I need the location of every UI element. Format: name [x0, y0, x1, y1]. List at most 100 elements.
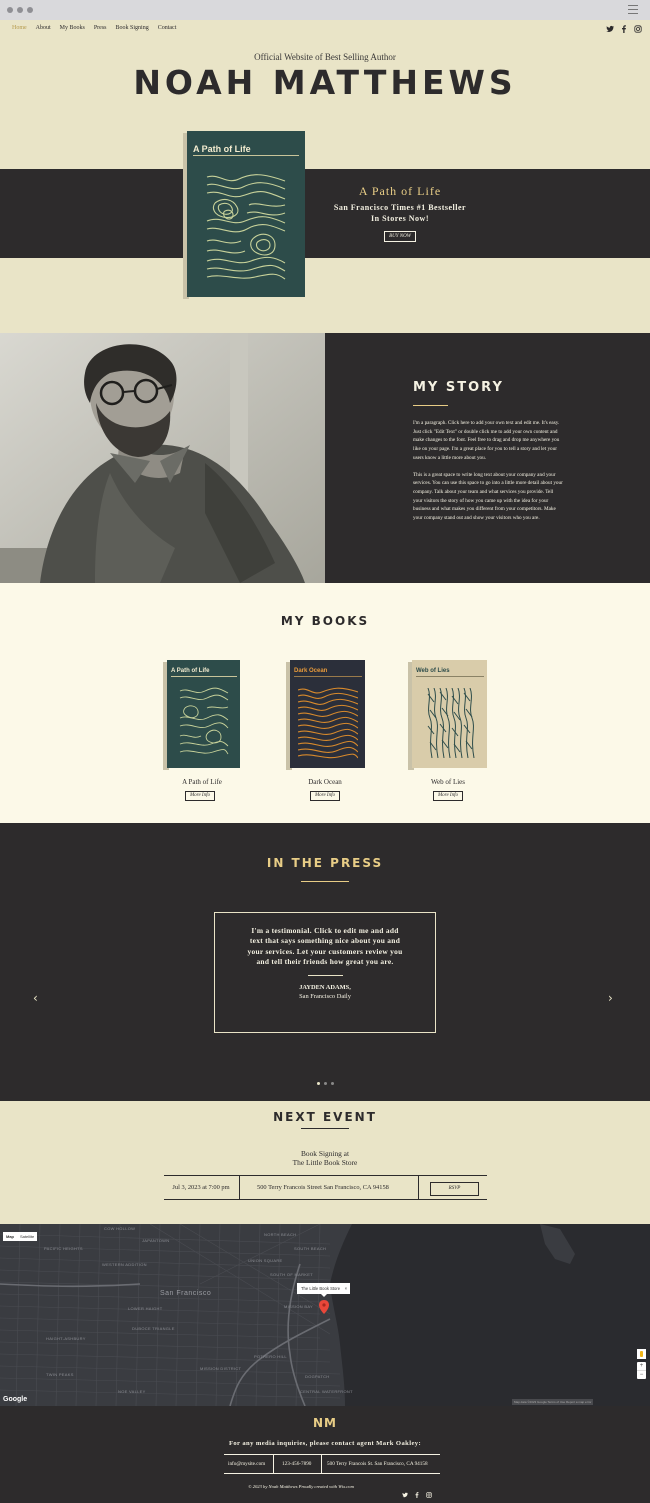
- event-name-line-2: The Little Book Store: [292, 1158, 358, 1168]
- footer-copyright-text: © 2023 by Noah Matthews Proudly created …: [248, 1484, 354, 1489]
- buy-now-button[interactable]: BUY NOW: [384, 231, 416, 242]
- close-icon[interactable]: ×: [345, 1286, 347, 1291]
- window-dot[interactable]: [27, 7, 33, 13]
- map-city-label: San Francisco: [160, 1290, 212, 1297]
- book-cover-dark-ocean[interactable]: Dark Ocean: [286, 660, 365, 770]
- map-tooltip: The Little Book Store ×: [297, 1283, 351, 1297]
- nav-item-my-books[interactable]: My Books: [60, 25, 85, 31]
- book-cover-a-path-of-life[interactable]: A Path of Life: [163, 660, 240, 770]
- nav-item-book-signing[interactable]: Book Signing: [116, 25, 149, 31]
- author-portrait: [0, 333, 325, 583]
- facebook-icon[interactable]: [620, 25, 628, 33]
- map-label: NOE VALLEY: [118, 1389, 146, 1394]
- books-section: MY BOOKS A Path of Life A Path of Life M…: [0, 583, 650, 823]
- event-date: Jul 3, 2023 at 7:00 pm: [172, 1184, 230, 1191]
- zoom-out-button[interactable]: −: [637, 1370, 646, 1379]
- map-type-tabs: Map Satellite: [3, 1232, 38, 1241]
- footer-contact-line: For any media inquiries, please contact …: [228, 1440, 422, 1447]
- chevron-right-icon[interactable]: ›: [608, 991, 613, 1005]
- map-attribution: Map data ©2023 Google Terms of Use Repor…: [512, 1399, 594, 1405]
- story-paragraph-2: This is a great space to write long text…: [413, 471, 563, 522]
- footer-monogram: NM: [313, 1416, 337, 1430]
- testimonial-publication: San Francisco Daily: [299, 992, 351, 1000]
- story-heading: MY STORY: [413, 380, 504, 395]
- footer-phone: 123-456-7890: [282, 1461, 312, 1467]
- map-label: LOWER HAIGHT: [128, 1306, 163, 1311]
- map-label: UNION SQUARE: [248, 1258, 283, 1263]
- site-subtitle: Official Website of Best Selling Author: [254, 52, 396, 62]
- facebook-icon[interactable]: [414, 1492, 420, 1498]
- more-info-button-web-of-lies[interactable]: More Info: [433, 791, 463, 801]
- event-section: NEXT EVENT Book Signing at The Little Bo…: [0, 1101, 650, 1224]
- slider-dot[interactable]: [324, 1082, 327, 1085]
- event-name: Book Signing at The Little Book Store: [0, 1149, 650, 1168]
- footer-copyright: © 2023 by Noah Matthews Proudly created …: [0, 1484, 626, 1489]
- hero-book-cover[interactable]: A Path of Life: [183, 131, 305, 299]
- zoom-controls: + −: [637, 1362, 646, 1379]
- zoom-in-button[interactable]: +: [637, 1362, 646, 1370]
- nav-item-press[interactable]: Press: [94, 25, 107, 31]
- cover-title: A Path of Life: [193, 144, 251, 154]
- topographic-pattern: [179, 687, 229, 755]
- map-label: MISSION DISTRICT: [200, 1366, 242, 1371]
- footer-separator: [273, 1455, 274, 1473]
- window-dot[interactable]: [7, 7, 13, 13]
- map-label: PACIFIC HEIGHTS: [44, 1246, 83, 1251]
- testimonial-box: I'm a testimonial. Click to edit me and …: [214, 912, 436, 1033]
- slider-dot[interactable]: [317, 1082, 320, 1085]
- press-divider: [301, 881, 349, 882]
- top-navigation: Home About My Books Press Book Signing C…: [0, 20, 650, 38]
- book-cover-art: A Path of Life: [187, 131, 305, 297]
- map-label: CENTRAL WATERFRONT: [300, 1389, 353, 1394]
- slider-dots: [317, 1082, 334, 1085]
- more-info-button-a-path-of-life[interactable]: More Info: [185, 791, 215, 801]
- topographic-pattern: [205, 171, 287, 283]
- hamburger-menu-icon[interactable]: [628, 5, 638, 17]
- nav-item-contact[interactable]: Contact: [158, 25, 177, 31]
- map-tab-satellite[interactable]: Satellite: [17, 1232, 37, 1241]
- google-logo: Google: [3, 1396, 28, 1403]
- book-title-dark-ocean: Dark Ocean: [308, 778, 342, 786]
- map-label: HAIGHT-ASHBURY: [46, 1336, 86, 1341]
- map-tab-map[interactable]: Map: [3, 1232, 17, 1241]
- window-dot[interactable]: [17, 7, 23, 13]
- map[interactable]: Map Satellite COW HOLLOW NORTH BEACH PAC…: [0, 1224, 650, 1406]
- instagram-icon[interactable]: [634, 25, 642, 33]
- author-photo: [0, 333, 325, 583]
- book-cover-web-of-lies[interactable]: Web of Lies: [408, 660, 487, 770]
- event-separator: [418, 1176, 419, 1199]
- cover-title: A Path of Life: [171, 668, 210, 674]
- map-label: DUBOCE TRIANGLE: [132, 1326, 175, 1331]
- story-paragraph-1: I'm a paragraph. Click here to add your …: [413, 420, 560, 461]
- event-separator: [239, 1176, 240, 1199]
- cover-title: Web of Lies: [416, 668, 450, 674]
- event-divider: [301, 1128, 349, 1129]
- footer-contact-details: info@mysite.com 123-456-7890 500 Terry F…: [224, 1454, 440, 1474]
- book-title-web-of-lies: Web of Lies: [430, 778, 466, 786]
- map-label: POTRERO HILL: [254, 1354, 287, 1359]
- map-label: TWIN PEAKS: [46, 1372, 74, 1377]
- instagram-icon[interactable]: [426, 1492, 432, 1498]
- map-label: MISSION BAY: [284, 1304, 314, 1309]
- slider-dot[interactable]: [331, 1082, 334, 1085]
- cover-rule: [193, 155, 299, 156]
- chevron-left-icon[interactable]: ‹: [33, 991, 38, 1005]
- more-info-button-dark-ocean[interactable]: More Info: [310, 791, 340, 801]
- twitter-icon[interactable]: [606, 25, 614, 33]
- cover-title: Dark Ocean: [294, 668, 328, 674]
- pegman-icon[interactable]: [637, 1349, 646, 1359]
- book-cover-art: Dark Ocean: [290, 660, 365, 768]
- wave-pattern: [298, 687, 358, 759]
- twitter-icon[interactable]: [402, 1492, 408, 1498]
- footer-email[interactable]: info@mysite.com: [228, 1461, 265, 1467]
- book-cover-art: A Path of Life: [167, 660, 240, 768]
- book-title-a-path-of-life: A Path of Life: [182, 778, 222, 786]
- footer-social-links: [402, 1492, 432, 1498]
- map-label: SOUTH OF MARKET: [270, 1272, 313, 1277]
- hero-tagline-1: San Francisco Times #1 Bestseller: [333, 203, 467, 212]
- rsvp-button[interactable]: RSVP: [430, 1182, 479, 1196]
- testimonial-author: JAYDEN ADAMS,: [299, 983, 351, 991]
- nav-item-about[interactable]: About: [36, 25, 51, 31]
- hero-book-title: A Path of Life: [358, 184, 442, 198]
- nav-item-home[interactable]: Home: [12, 25, 27, 31]
